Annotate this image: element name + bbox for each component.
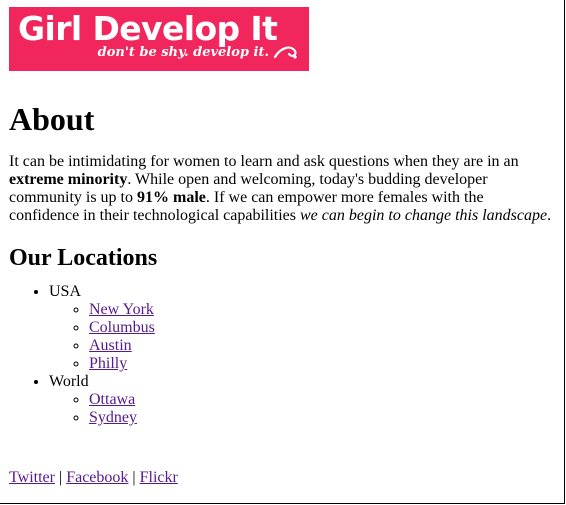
city-link-new-york[interactable]: New York [89,301,154,318]
intro-italic-landscape: we can begin to change this landscape [300,207,548,224]
city-link-ottawa[interactable]: Ottawa [89,391,135,408]
city-link-philly[interactable]: Philly [89,355,127,372]
list-item: New York [89,301,557,319]
region-label: USA [49,283,82,300]
twitter-link[interactable]: Twitter [9,469,55,486]
footer-separator: | [132,469,136,486]
logo: Girl Develop It don't be shy. develop it… [9,7,309,71]
footer-separator: | [58,469,63,486]
locations-list: USA New York Columbus Austin Philly Worl… [9,283,557,427]
facebook-link[interactable]: Facebook [66,469,128,486]
city-link-columbus[interactable]: Columbus [89,319,155,336]
list-item: Sydney [89,409,557,427]
region-label: World [49,373,89,390]
city-list-usa: New York Columbus Austin Philly [49,301,557,373]
locations-heading: Our Locations [9,245,158,271]
flickr-link[interactable]: Flickr [140,469,178,486]
list-item: Ottawa [89,391,557,409]
page-title: About [9,101,95,137]
logo-tagline: don't be shy. develop it. [97,45,269,60]
intro-text-4: . [547,207,552,224]
list-item: Philly [89,355,557,373]
intro-bold-male: 91% male [137,189,206,206]
region-item-world: World Ottawa Sydney [49,373,557,427]
intro-bold-minority: extreme minority [9,171,128,188]
city-link-austin[interactable]: Austin [89,337,132,354]
list-item: Austin [89,337,557,355]
list-item: Columbus [89,319,557,337]
swirl-icon [273,46,297,59]
footer-links: Twitter | Facebook | Flickr [9,469,178,487]
intro-text-1: It can be intimidating for women to lear… [9,153,519,170]
main-content: Girl Develop It don't be shy. develop it… [9,7,557,427]
region-item-usa: USA New York Columbus Austin Philly [49,283,557,373]
city-link-sydney[interactable]: Sydney [89,409,137,426]
intro-paragraph: It can be intimidating for women to lear… [9,153,557,225]
logo-title: Girl Develop It [18,9,278,48]
city-list-world: Ottawa Sydney [49,391,557,427]
